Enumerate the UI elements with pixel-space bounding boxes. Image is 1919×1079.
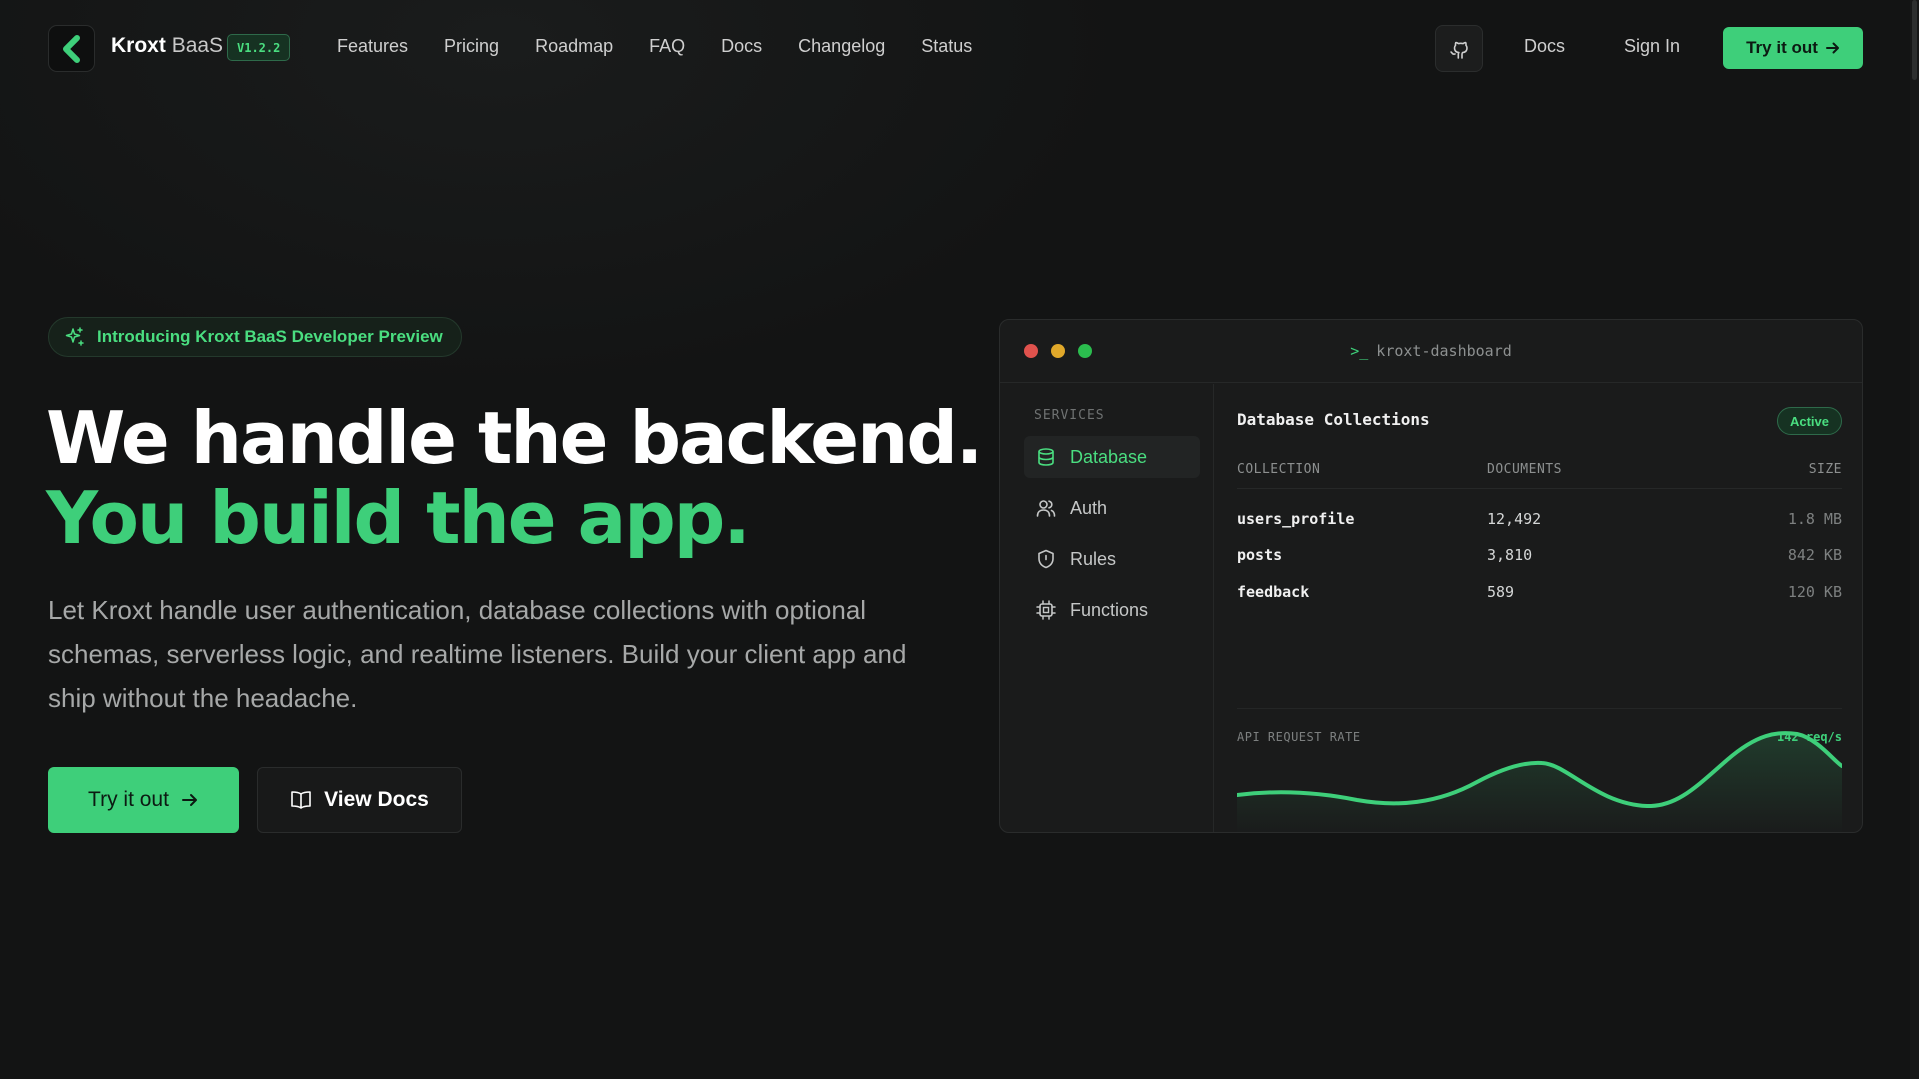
collection-size: 120 KB: [1787, 583, 1842, 601]
panel-title: Database Collections: [1237, 410, 1430, 429]
nav-try-label: Try it out: [1746, 38, 1818, 57]
page-scrollbar[interactable]: [1910, 0, 1919, 1079]
nav-link-roadmap[interactable]: Roadmap: [535, 36, 613, 57]
sidebar-item-label: Database: [1070, 446, 1148, 467]
sidebar-item-label: Auth: [1070, 497, 1108, 518]
nav-link-changelog[interactable]: Changelog: [798, 36, 885, 57]
collection-name: users_profile: [1237, 510, 1355, 528]
table-row[interactable]: users_profile 12,492 1.8 MB: [1237, 510, 1842, 540]
column-header-size[interactable]: SIZE: [1809, 462, 1842, 477]
sidebar-item-rules[interactable]: Rules: [1024, 538, 1200, 580]
nav-link-faq[interactable]: FAQ: [649, 36, 685, 57]
try-it-out-button[interactable]: Try it out: [48, 767, 239, 833]
window-title-text: kroxt-dashboard: [1376, 342, 1512, 360]
sidebar-item-auth[interactable]: Auth: [1024, 487, 1200, 529]
github-button[interactable]: [1435, 25, 1483, 72]
try-it-out-label: Try it out: [88, 788, 169, 811]
announcement-pill[interactable]: Introducing Kroxt BaaS Developer Preview: [48, 317, 462, 357]
version-badge: V1.2.2: [227, 34, 291, 61]
nav-try-button[interactable]: Try it out: [1723, 27, 1863, 69]
column-header-collection[interactable]: COLLECTION: [1237, 462, 1320, 477]
sidebar-item-functions[interactable]: Functions: [1024, 589, 1200, 631]
sidebar-item-label: Functions: [1070, 599, 1149, 620]
brand-name[interactable]: Kroxt BaaS: [111, 34, 223, 58]
announcement-text: Introducing Kroxt BaaS Developer Preview: [97, 327, 443, 346]
nav-docs-link[interactable]: Docs: [1524, 36, 1565, 57]
collections-panel: Database Collections Active COLLECTION D…: [1237, 384, 1842, 832]
column-header-documents[interactable]: DOCUMENTS: [1487, 462, 1562, 477]
sidebar-item-database[interactable]: Database: [1024, 436, 1200, 478]
dashboard-preview: >_ kroxt-dashboard SERVICES Database Auth…: [999, 319, 1863, 833]
sidebar-item-label: Rules: [1070, 548, 1117, 569]
header-divider: [1237, 488, 1842, 489]
view-docs-button[interactable]: View Docs: [257, 767, 462, 833]
nav-link-features[interactable]: Features: [337, 36, 408, 57]
nav-link-status[interactable]: Status: [921, 36, 972, 57]
shield-icon: [1038, 549, 1054, 569]
terminal-prompt-icon: >_: [1350, 342, 1369, 360]
scrollbar-thumb[interactable]: [1912, 0, 1917, 80]
arrow-right-icon: [181, 794, 197, 806]
hero-headline: We handle the backend. You build the app…: [46, 396, 983, 560]
chart-label: API REQUEST RATE: [1237, 730, 1361, 744]
nav-link-pricing[interactable]: Pricing: [444, 36, 499, 57]
view-docs-label: View Docs: [324, 788, 429, 811]
headline-line-2: You build the app.: [46, 476, 751, 560]
logo[interactable]: [48, 25, 95, 72]
nav-links: Features Pricing Roadmap FAQ Docs Change…: [337, 36, 1008, 57]
services-label: SERVICES: [1034, 408, 1105, 423]
users-icon: [1036, 500, 1056, 517]
sign-in-link[interactable]: Sign In: [1624, 36, 1680, 57]
document-count: 3,810: [1487, 546, 1533, 564]
headline-line-1: We handle the backend.: [46, 396, 983, 480]
hero-description: Let Kroxt handle user authentication, da…: [48, 595, 907, 713]
document-count: 12,492: [1487, 510, 1542, 528]
cpu-icon: [1036, 600, 1056, 620]
book-open-icon: [291, 791, 311, 809]
collection-name: posts: [1237, 546, 1283, 564]
database-icon: [1038, 448, 1054, 466]
nav-link-docs[interactable]: Docs: [721, 36, 762, 57]
chart-divider: [1237, 708, 1842, 709]
status-badge: Active: [1776, 407, 1842, 435]
github-icon: [1450, 41, 1468, 59]
collection-size: 842 KB: [1787, 546, 1842, 564]
table-row[interactable]: posts 3,810 842 KB: [1237, 546, 1842, 576]
request-rate-value: 142 req/s: [1776, 730, 1842, 744]
window-title: >_ kroxt-dashboard: [1000, 342, 1862, 360]
table-row[interactable]: feedback 589 120 KB: [1237, 583, 1842, 613]
collection-size: 1.8 MB: [1787, 510, 1842, 528]
arrow-right-icon: [1825, 42, 1839, 54]
document-count: 589: [1487, 583, 1515, 601]
collection-name: feedback: [1237, 583, 1310, 601]
kroxt-logo-icon: [62, 34, 80, 63]
window-titlebar: >_ kroxt-dashboard: [1000, 320, 1862, 383]
services-sidebar: SERVICES Database Auth Rules Functions: [1000, 384, 1214, 832]
top-nav: Kroxt BaaS V1.2.2 Features Pricing Roadm…: [0, 0, 1919, 97]
sparkles-icon: [65, 327, 84, 346]
sparkline-area: [1237, 733, 1842, 832]
